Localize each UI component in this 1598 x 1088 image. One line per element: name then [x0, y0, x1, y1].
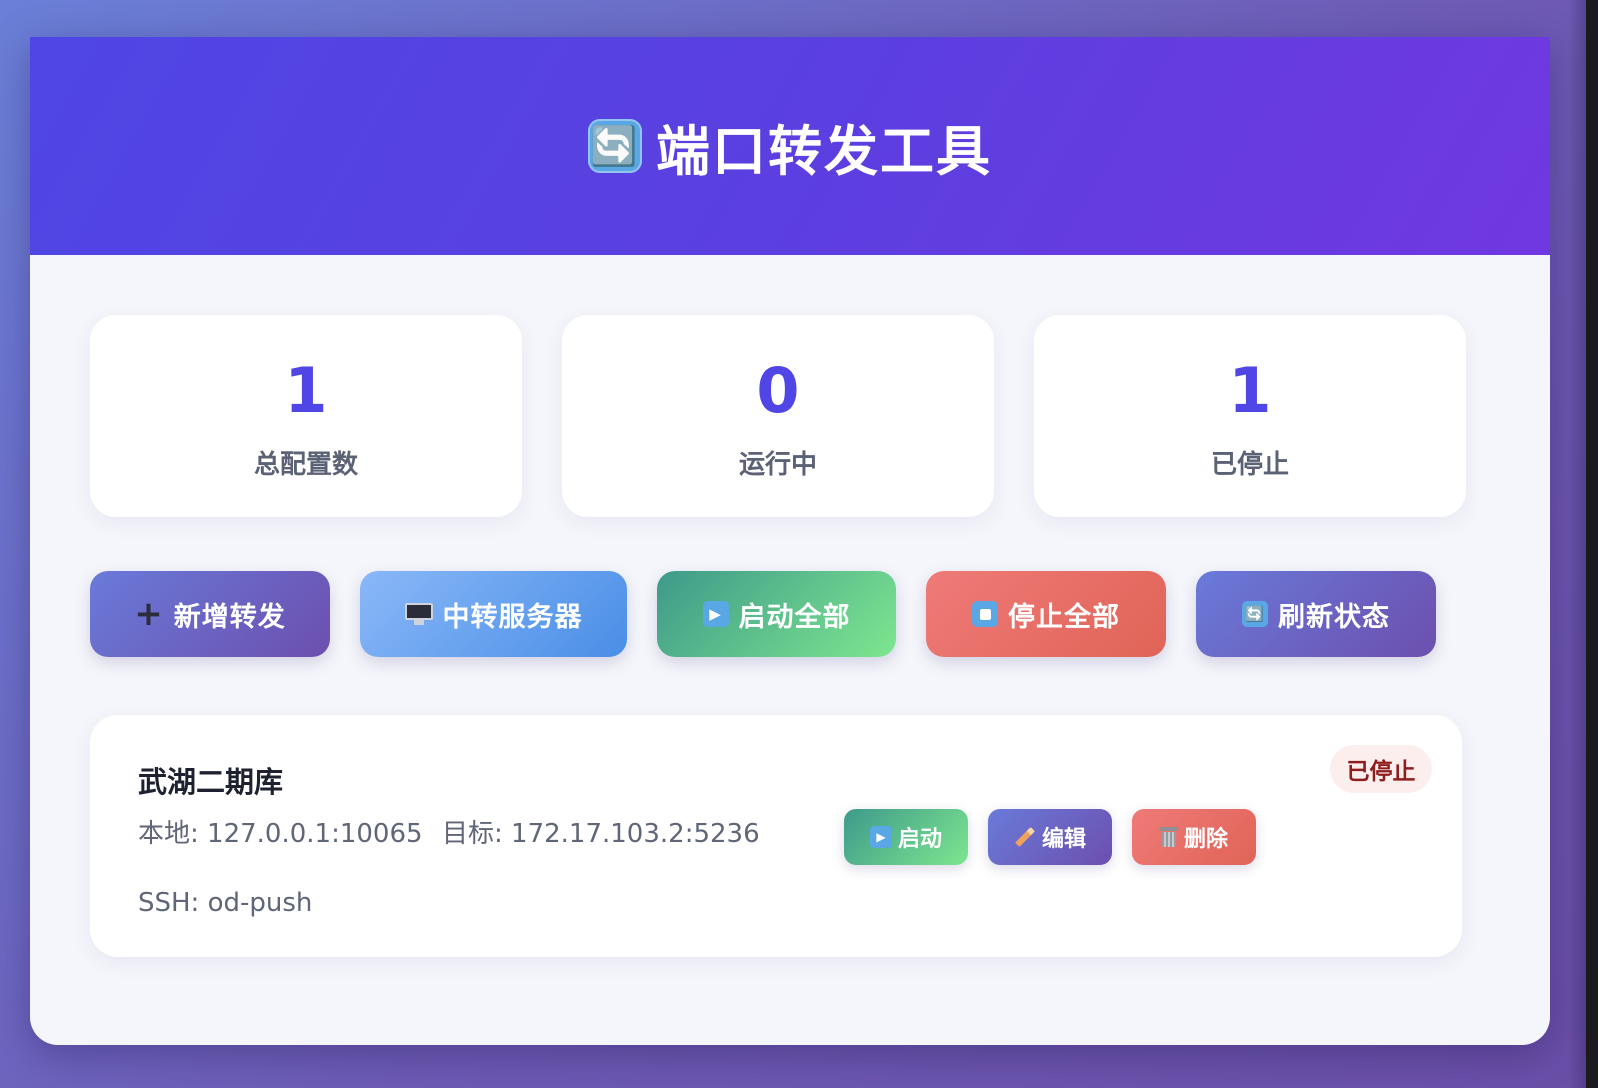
start-all-label: 启动全部 [738, 601, 851, 633]
refresh-status-button[interactable]: 🔄 刷新状态 [1196, 571, 1436, 657]
status-badge: 已停止 [1330, 745, 1432, 793]
stat-running-value: 0 [756, 353, 800, 427]
refresh-icon: 🔄 [1242, 601, 1268, 627]
window-shadow [1568, 0, 1586, 1088]
arrows-counterclockwise-icon: 🔄 [588, 119, 642, 173]
pencil-icon [1015, 827, 1035, 847]
stop-all-button[interactable]: 停止全部 [926, 571, 1166, 657]
add-forward-button[interactable]: + 新增转发 [90, 571, 330, 657]
stat-running-label: 运行中 [738, 449, 817, 480]
stat-total-value: 1 [284, 353, 328, 427]
edit-label: 编辑 [1041, 827, 1086, 852]
toolbar: + 新增转发 中转服务器 ▶ 启动全部 停止全部 🔄 刷新状态 [90, 571, 1436, 657]
start-all-button[interactable]: ▶ 启动全部 [657, 571, 896, 657]
config-actions: ▶ 启动 编辑 删除 [844, 809, 1256, 865]
window-edge [1586, 0, 1598, 1088]
desktop-computer-icon [404, 603, 433, 625]
app-header: 🔄 端口转发工具 [30, 37, 1550, 255]
trash-icon [1159, 827, 1178, 847]
stat-stopped-label: 已停止 [1210, 449, 1289, 480]
plus-icon: + [134, 594, 164, 634]
page-title-text: 端口转发工具 [656, 119, 992, 183]
config-local-address: 本地: 127.0.0.1:10065 [138, 819, 423, 849]
refresh-status-label: 刷新状态 [1278, 601, 1390, 633]
stat-stopped-value: 1 [1228, 353, 1272, 427]
config-card: 武湖二期库 本地: 127.0.0.1:10065 目标: 172.17.103… [90, 715, 1462, 957]
stop-all-label: 停止全部 [1008, 601, 1120, 633]
edit-button[interactable]: 编辑 [988, 809, 1112, 865]
config-ssh: SSH: od-push [138, 888, 313, 918]
stop-icon [972, 601, 998, 627]
stat-total-label: 总配置数 [253, 449, 358, 480]
delete-button[interactable]: 删除 [1132, 809, 1256, 865]
play-icon: ▶ [702, 601, 729, 627]
stats-row: 1 总配置数 0 运行中 1 已停止 [90, 315, 1466, 517]
start-label: 启动 [897, 827, 942, 852]
page-title: 🔄 端口转发工具 [588, 107, 992, 186]
start-button[interactable]: ▶ 启动 [844, 809, 968, 865]
config-target-address: 目标: 172.17.103.2:5236 [442, 819, 760, 849]
stat-card-running: 0 运行中 [562, 315, 994, 517]
app-window: 🔄 端口转发工具 1 总配置数 0 运行中 1 已停止 + 新增转发 中转服务器 [30, 37, 1550, 1045]
relay-server-label: 中转服务器 [442, 601, 583, 633]
delete-label: 删除 [1183, 827, 1228, 852]
config-name: 武湖二期库 [138, 765, 284, 799]
stat-card-stopped: 1 已停止 [1034, 315, 1466, 517]
relay-server-button[interactable]: 中转服务器 [360, 571, 627, 657]
play-icon: ▶ [869, 826, 892, 848]
add-forward-label: 新增转发 [173, 601, 286, 633]
stat-card-total: 1 总配置数 [90, 315, 522, 517]
